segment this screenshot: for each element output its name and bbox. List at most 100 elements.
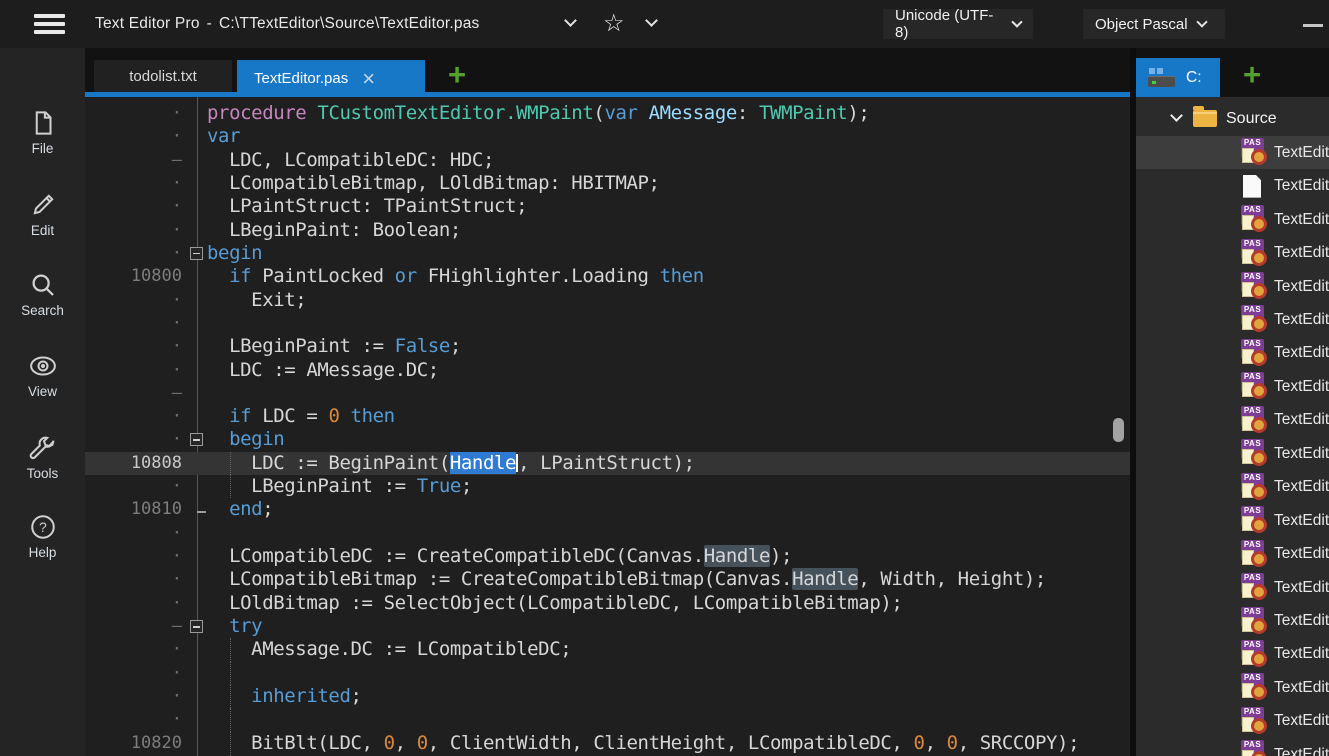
file-row[interactable]: PASTextEditor [1136, 705, 1329, 738]
line-marker: – [85, 382, 182, 405]
pascal-file-icon: PAS [1240, 673, 1267, 702]
language-select[interactable]: Object Pascal [1083, 9, 1225, 39]
code-line[interactable]: – LDC, LCompatibleDC: HDC; [85, 149, 1130, 172]
file-row[interactable]: PASTextEditor [1136, 537, 1329, 570]
code-line[interactable]: – [85, 382, 1130, 405]
file-row[interactable]: PASTextEditor [1136, 303, 1329, 336]
code-line[interactable]: · [85, 522, 1130, 545]
line-marker: · [85, 102, 182, 125]
code-line[interactable]: · [85, 662, 1130, 685]
explorer-new-tab-button[interactable]: + [1237, 61, 1267, 91]
line-marker: · [85, 219, 182, 242]
file-row[interactable]: PASTextEditor [1136, 270, 1329, 303]
file-row[interactable]: PASTextEditor [1136, 370, 1329, 403]
favorite-star-icon[interactable]: ☆ [603, 9, 625, 38]
sidebar-item-label: Tools [0, 466, 85, 481]
line-marker: · [85, 405, 182, 428]
code-line[interactable]: · [85, 312, 1130, 335]
line-marker: · [85, 568, 182, 591]
code-text: LCompatibleDC := CreateCompatibleDC(Canv… [207, 545, 792, 568]
line-marker: · [85, 428, 182, 451]
tree-folder-source[interactable]: Source [1136, 102, 1329, 135]
code-line[interactable]: · begin [85, 428, 1130, 451]
code-line[interactable]: · if LDC = 0 then [85, 405, 1130, 428]
code-line-current[interactable]: 10808 LDC := BeginPaint(Handle, LPaintSt… [85, 452, 1130, 475]
sidebar-item-file[interactable]: File [0, 108, 85, 156]
file-row[interactable]: PASTextEditor [1136, 738, 1329, 756]
code-line[interactable]: · LOldBitmap := SelectObject(LCompatible… [85, 592, 1130, 615]
sidebar-item-search[interactable]: Search [0, 270, 85, 318]
file-name: TextEditor [1274, 244, 1329, 262]
favorites-dropdown-icon[interactable] [645, 14, 658, 27]
tab-label: TextEditor.pas [254, 70, 348, 87]
file-row[interactable]: PASTextEditor [1136, 638, 1329, 671]
code-editor[interactable]: ·procedure TCustomTextEditor.WMPaint(var… [85, 97, 1130, 756]
code-line[interactable]: ·begin [85, 242, 1130, 265]
hamburger-menu-icon[interactable] [34, 14, 65, 35]
sidebar-item-help[interactable]: ?Help [0, 512, 85, 560]
file-row[interactable]: PASTextEditor [1136, 471, 1329, 504]
file-path-dropdown-icon[interactable] [564, 14, 577, 27]
file-row[interactable]: PASTextEditor [1136, 337, 1329, 370]
code-line[interactable]: ·procedure TCustomTextEditor.WMPaint(var… [85, 102, 1130, 125]
tab-strip: todolist.txt TextEditor.pas × + [85, 48, 1130, 97]
code-text: begin [207, 242, 262, 265]
code-text: AMessage.DC := LCompatibleDC; [207, 638, 571, 661]
line-marker: · [85, 125, 182, 148]
file-row[interactable]: PAS TextEditor [1136, 671, 1329, 704]
file-name: TextEditor [1274, 177, 1329, 195]
file-row[interactable]: PASTextEditor [1136, 437, 1329, 470]
line-marker: · [85, 172, 182, 195]
pascal-file-icon: PAS [1240, 272, 1267, 301]
file-name: TextEditor [1274, 478, 1329, 496]
minimize-button[interactable] [1303, 24, 1323, 27]
code-line[interactable]: 10810 end; [85, 498, 1130, 521]
file-row[interactable]: PASTextEditor [1136, 604, 1329, 637]
sidebar-item-label: View [0, 384, 85, 399]
sidebar-item-edit[interactable]: Edit [0, 190, 85, 238]
code-line[interactable]: · [85, 708, 1130, 731]
code-line[interactable]: · LCompatibleBitmap, LOldBitmap: HBITMAP… [85, 172, 1130, 195]
fold-collapse-icon[interactable] [190, 433, 203, 446]
code-line[interactable]: · Exit; [85, 289, 1130, 312]
file-row-selected[interactable]: PASTextEditor [1136, 136, 1329, 169]
code-line[interactable]: · LCompatibleDC := CreateCompatibleDC(Ca… [85, 545, 1130, 568]
file-row[interactable]: TextEditor [1136, 169, 1329, 202]
fold-collapse-icon[interactable] [190, 247, 203, 260]
file-row[interactable]: PASTextEditor [1136, 236, 1329, 269]
code-line[interactable]: · LBeginPaint := False; [85, 335, 1130, 358]
code-line[interactable]: 10820 BitBlt(LDC, 0, 0, ClientWidth, Cli… [85, 732, 1130, 755]
code-line[interactable]: · LPaintStruct: TPaintStruct; [85, 195, 1130, 218]
close-tab-icon[interactable]: × [362, 69, 375, 89]
code-line[interactable]: · LBeginPaint: Boolean; [85, 219, 1130, 242]
file-name: TextEditor [1274, 445, 1329, 463]
file-row[interactable]: PASTextEditor [1136, 571, 1329, 604]
code-line[interactable]: 10800 if PaintLocked or FHighlighter.Loa… [85, 265, 1130, 288]
code-line[interactable]: ·var [85, 125, 1130, 148]
encoding-select[interactable]: Unicode (UTF-8) [883, 9, 1033, 39]
fold-collapse-icon[interactable] [190, 620, 203, 633]
code-line[interactable]: · inherited; [85, 685, 1130, 708]
file-name: TextEditor [1274, 411, 1329, 429]
code-text: LCompatibleBitmap, LOldBitmap: HBITMAP; [207, 172, 660, 195]
fold-end-marker [197, 511, 206, 513]
pascal-file-icon: PAS [1240, 372, 1267, 401]
code-line[interactable]: · AMessage.DC := LCompatibleDC; [85, 638, 1130, 661]
file-path: C:\TTextEditor\Source\TextEditor.pas [219, 15, 479, 33]
code-line[interactable]: – try [85, 615, 1130, 638]
file-row[interactable]: PASTextEditor [1136, 504, 1329, 537]
tab-label: todolist.txt [129, 68, 197, 85]
chevron-down-icon [1196, 16, 1207, 27]
file-row[interactable]: PASTextEditor [1136, 203, 1329, 236]
sidebar-item-tools[interactable]: Tools [0, 433, 85, 481]
file-name: TextEditor [1274, 679, 1329, 697]
tab-todolist[interactable]: todolist.txt [94, 60, 232, 92]
code-line[interactable]: · LCompatibleBitmap := CreateCompatibleB… [85, 568, 1130, 591]
code-line[interactable]: · LDC := AMessage.DC; [85, 359, 1130, 382]
code-text: if PaintLocked or FHighlighter.Loading t… [207, 265, 704, 288]
new-tab-button[interactable]: + [442, 61, 472, 91]
sidebar-item-view[interactable]: View [0, 351, 85, 399]
tab-drive-c[interactable]: C: [1136, 58, 1220, 97]
code-line[interactable]: · LBeginPaint := True; [85, 475, 1130, 498]
file-row[interactable]: PASTextEditor [1136, 404, 1329, 437]
